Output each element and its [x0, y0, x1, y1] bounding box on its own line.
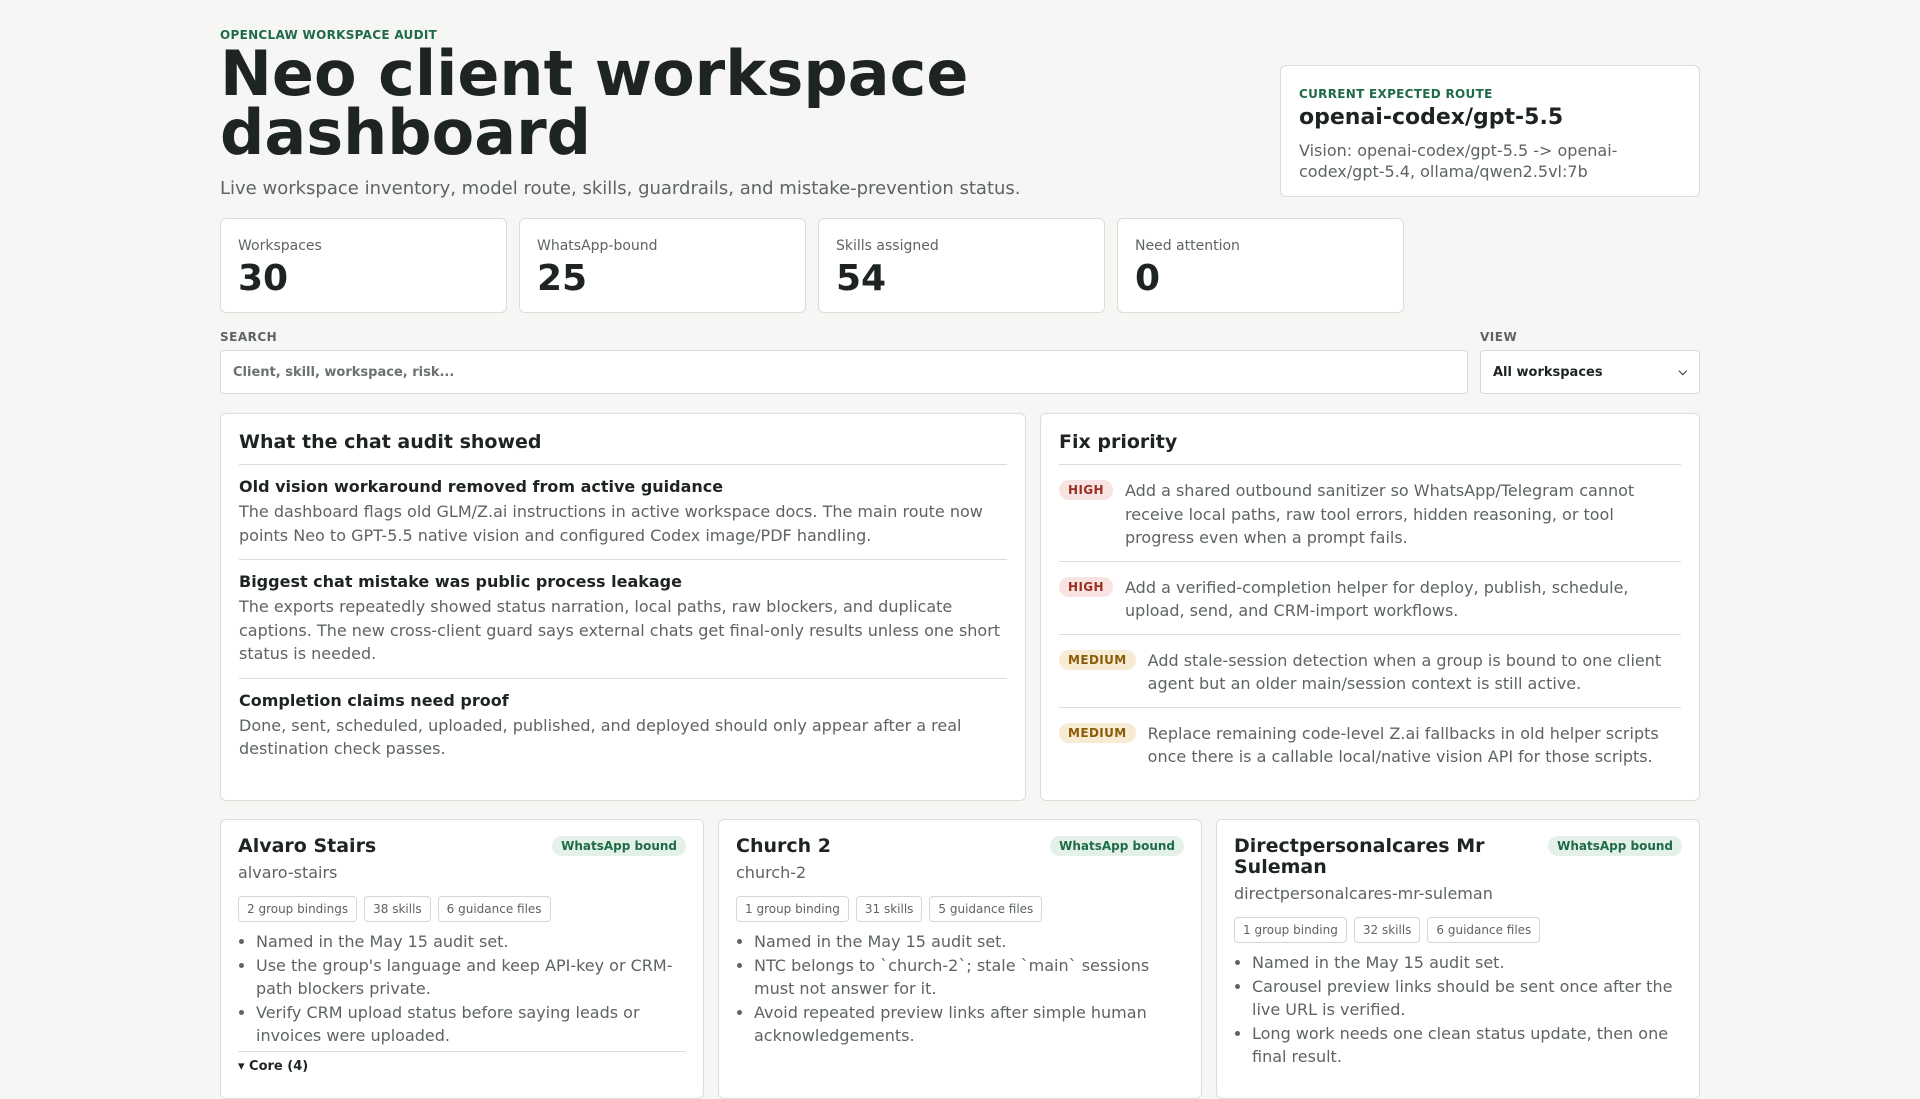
audit-panel-title: What the chat audit showed [239, 431, 1007, 465]
search-label: SEARCH [220, 330, 278, 344]
workspace-slug: directpersonalcares-mr-suleman [1234, 884, 1493, 903]
chevron-down-icon: ⌵ [1678, 365, 1687, 378]
priority-badge: MEDIUM [1059, 649, 1136, 670]
core-toggle[interactable]: ▾ Core (4) [238, 1050, 686, 1074]
card-header: Alvaro Stairs WhatsApp bound [238, 836, 686, 857]
priority-badge: MEDIUM [1059, 722, 1136, 743]
audit-item: Biggest chat mistake was public process … [239, 560, 1007, 679]
fix-item: MEDIUM Replace remaining code-level Z.ai… [1059, 708, 1681, 780]
audit-panel: What the chat audit showed Old vision wo… [220, 413, 1026, 801]
stat-skills-assigned: Skills assigned 54 [818, 218, 1105, 313]
workspace-card[interactable]: Church 2 WhatsApp bound church-2 1 group… [718, 819, 1202, 1099]
stat-value: 25 [537, 258, 588, 299]
view-group: VIEW All workspaces ⌵ [1480, 330, 1700, 394]
filter-row: SEARCH VIEW All workspaces ⌵ [220, 330, 1700, 395]
fix-item-text: Add stale-session detection when a group… [1147, 650, 1662, 694]
chip-group-bindings: 1 group binding [736, 896, 849, 922]
workspace-notes: Named in the May 15 audit set. Use the g… [238, 930, 686, 1048]
fix-item-text: Add a verified-completion helper for dep… [1125, 577, 1629, 621]
stat-label: Skills assigned [836, 238, 939, 254]
chip-skills: 32 skills [1353, 917, 1421, 943]
workspace-note: Carousel preview links should be sent on… [1252, 975, 1682, 1022]
workspace-cards: Alvaro Stairs WhatsApp bound alvaro-stai… [220, 819, 1700, 1099]
route-value: openai-codex/gpt-5.5 [1299, 105, 1564, 130]
audit-item-body: The dashboard flags old GLM/Z.ai instruc… [239, 502, 983, 545]
workspace-chips: 1 group binding 31 skills 5 guidance fil… [736, 896, 1184, 922]
workspace-name: Church 2 [736, 835, 831, 857]
card-header: Directpersonalcares Mr Suleman WhatsApp … [1234, 836, 1682, 878]
workspace-note: Named in the May 15 audit set. [754, 930, 1184, 954]
chip-group-bindings: 1 group binding [1234, 917, 1347, 943]
stat-workspaces: Workspaces 30 [220, 218, 507, 313]
chip-guidance-files: 6 guidance files [1427, 917, 1541, 943]
audit-item-title: Biggest chat mistake was public process … [239, 572, 682, 591]
chip-group-bindings: 2 group bindings [238, 896, 358, 922]
workspace-note: Long work needs one clean status update,… [1252, 1022, 1682, 1069]
workspace-slug: alvaro-stairs [238, 863, 338, 882]
workspace-note: Verify CRM upload status before saying l… [256, 1001, 686, 1048]
search-input[interactable] [220, 350, 1468, 394]
stat-value: 0 [1135, 258, 1161, 299]
stat-label: WhatsApp-bound [537, 238, 658, 254]
chip-skills: 31 skills [855, 896, 923, 922]
workspace-slug: church-2 [736, 863, 807, 882]
stat-need-attention: Need attention 0 [1117, 218, 1404, 313]
chip-guidance-files: 5 guidance files [929, 896, 1043, 922]
route-card: CURRENT EXPECTED ROUTE openai-codex/gpt-… [1280, 65, 1700, 197]
search-group: SEARCH [220, 330, 1468, 394]
view-select-value: All workspaces [1493, 364, 1603, 380]
view-select[interactable]: All workspaces ⌵ [1480, 350, 1700, 394]
chip-skills: 38 skills [364, 896, 431, 922]
view-label: VIEW [1480, 330, 1518, 344]
panels-row: What the chat audit showed Old vision wo… [220, 413, 1700, 801]
dashboard-page: OPENCLAW WORKSPACE AUDIT Neo client work… [220, 0, 1700, 1099]
workspace-note: Use the group's language and keep API-ke… [256, 954, 686, 1001]
whatsapp-bound-badge: WhatsApp bound [1050, 836, 1184, 856]
workspace-note: Named in the May 15 audit set. [1252, 951, 1682, 975]
stat-value: 30 [238, 258, 289, 299]
fix-priority-panel: Fix priority HIGH Add a shared outbound … [1040, 413, 1700, 801]
route-vision: Vision: openai-codex/gpt-5.5 -> openai-c… [1299, 141, 1618, 181]
workspace-name: Alvaro Stairs [238, 835, 377, 857]
stat-label: Workspaces [238, 238, 322, 254]
workspace-name: Directpersonalcares Mr Suleman [1234, 835, 1485, 878]
priority-badge: HIGH [1059, 576, 1114, 597]
stats-row: Workspaces 30 WhatsApp-bound 25 Skills a… [220, 218, 1404, 313]
workspace-note: NTC belongs to `church-2`; stale `main` … [754, 954, 1184, 1001]
whatsapp-bound-badge: WhatsApp bound [552, 836, 686, 856]
fix-item: HIGH Add a shared outbound sanitizer so … [1059, 465, 1681, 562]
whatsapp-bound-badge: WhatsApp bound [1548, 836, 1682, 856]
page-subtitle: Live workspace inventory, model route, s… [220, 178, 1021, 199]
priority-badge: HIGH [1059, 480, 1114, 500]
workspace-note: Named in the May 15 audit set. [256, 930, 686, 954]
fix-item: HIGH Add a verified-completion helper fo… [1059, 562, 1681, 635]
workspace-chips: 2 group bindings 38 skills 6 guidance fi… [238, 896, 686, 922]
fix-item: MEDIUM Add stale-session detection when … [1059, 635, 1681, 708]
stat-value: 54 [836, 258, 887, 299]
stat-label: Need attention [1135, 238, 1240, 254]
fix-item-text: Replace remaining code-level Z.ai fallba… [1147, 723, 1659, 767]
page-title: Neo client workspace dashboard [220, 37, 969, 169]
audit-item-body: The exports repeatedly showed status nar… [239, 597, 1001, 663]
stat-whatsapp-bound: WhatsApp-bound 25 [519, 218, 806, 313]
route-label: CURRENT EXPECTED ROUTE [1299, 87, 1493, 101]
audit-item-title: Completion claims need proof [239, 690, 509, 710]
audit-item-body: Done, sent, scheduled, uploaded, publish… [239, 715, 962, 759]
workspace-notes: Named in the May 15 audit set. NTC belon… [736, 930, 1184, 1048]
workspace-chips: 1 group binding 32 skills 6 guidance fil… [1234, 917, 1682, 943]
workspace-card[interactable]: Directpersonalcares Mr Suleman WhatsApp … [1216, 819, 1700, 1099]
workspace-card[interactable]: Alvaro Stairs WhatsApp bound alvaro-stai… [220, 819, 704, 1099]
workspace-note: Avoid repeated preview links after simpl… [754, 1001, 1184, 1048]
audit-item: Completion claims need proof Done, sent,… [239, 679, 1007, 773]
workspace-notes: Named in the May 15 audit set. Carousel … [1234, 951, 1682, 1069]
chip-guidance-files: 6 guidance files [437, 896, 551, 922]
fix-panel-title: Fix priority [1059, 431, 1681, 465]
page-header: OPENCLAW WORKSPACE AUDIT Neo client work… [220, 0, 1700, 216]
audit-item-title: Old vision workaround removed from activ… [239, 477, 724, 496]
fix-item-text: Add a shared outbound sanitizer so Whats… [1125, 481, 1635, 547]
card-header: Church 2 WhatsApp bound [736, 836, 1184, 857]
audit-item: Old vision workaround removed from activ… [239, 465, 1007, 560]
